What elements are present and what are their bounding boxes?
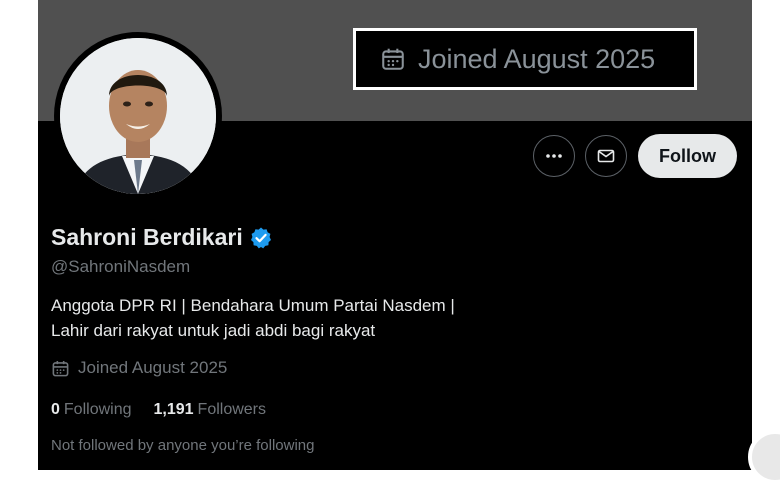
bio-line-1: Anggota DPR RI | Bendahara Umum Partai N… <box>51 296 455 315</box>
avatar[interactable] <box>60 38 216 194</box>
name-row: Sahroni Berdikari <box>51 224 273 251</box>
followers-count: 1,191 <box>153 401 194 418</box>
corner-decoration <box>748 430 780 484</box>
joined-date: Joined August 2025 <box>51 358 227 378</box>
calendar-icon <box>382 48 404 70</box>
joined-callout: Joined August 2025 <box>353 28 697 90</box>
followers-label: Followers <box>197 401 267 418</box>
more-button[interactable] <box>533 135 575 177</box>
profile-card: Joined August 2025 Follow Sahroni Berdik… <box>38 0 752 470</box>
followers-link[interactable]: 1,191 Followers <box>154 401 267 419</box>
joined-text: Joined August 2025 <box>78 358 228 377</box>
profile-handle: @SahroniNasdem <box>51 257 191 276</box>
more-icon <box>546 154 562 158</box>
message-button[interactable] <box>585 135 627 177</box>
avatar-portrait <box>60 38 216 194</box>
profile-bio: Anggota DPR RI | Bendahara Umum Partai N… <box>51 293 455 343</box>
callout-joined-text: Joined August 2025 <box>418 43 656 74</box>
mail-icon <box>597 149 615 163</box>
display-name: Sahroni Berdikari <box>51 224 243 250</box>
following-count: 0 <box>51 401 60 418</box>
verified-badge-icon[interactable] <box>249 226 273 250</box>
bio-line-2: Lahir dari rakyat untuk jadi abdi bagi r… <box>51 321 376 340</box>
follow-button[interactable]: Follow <box>638 134 737 178</box>
following-label: Following <box>63 401 132 418</box>
follow-stats: 0 Following 1,191 Followers <box>51 401 288 419</box>
following-link[interactable]: 0 Following <box>51 401 132 419</box>
not-followed-notice: Not followed by anyone you’re following <box>51 437 315 454</box>
calendar-icon <box>52 360 69 376</box>
